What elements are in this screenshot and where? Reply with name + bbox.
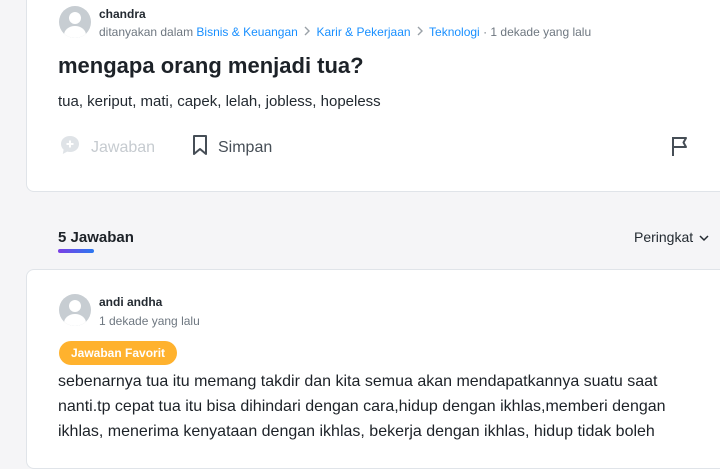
answers-count-tab[interactable]: 5 Jawaban	[58, 229, 134, 246]
report-flag-button[interactable]	[670, 135, 692, 162]
answer-line: nanti.tp cepat tua itu bisa dihindari de…	[58, 398, 666, 415]
answer-author-name[interactable]: andi andha	[99, 295, 162, 309]
question-meta: ditanyakan dalam Bisnis & Keuangan Karir…	[99, 25, 591, 39]
chevron-right-icon	[414, 25, 426, 39]
question-author-avatar[interactable]	[59, 6, 91, 38]
save-button-label: Simpan	[218, 138, 273, 156]
answer-button[interactable]: Jawaban	[59, 134, 155, 161]
answer-author-avatar[interactable]	[59, 294, 91, 326]
question-author-name[interactable]: chandra	[99, 7, 146, 21]
answer-line: sebenarnya tua itu memang takdir dan kit…	[58, 373, 658, 390]
active-tab-indicator	[58, 249, 94, 253]
sort-dropdown[interactable]: Peringkat	[634, 229, 709, 245]
category-link-2[interactable]: Karir & Pekerjaan	[317, 25, 411, 39]
comment-plus-icon	[59, 134, 81, 161]
answer-button-label: Jawaban	[91, 138, 156, 156]
save-button[interactable]: Simpan	[192, 134, 272, 161]
bookmark-icon	[192, 134, 208, 161]
chevron-right-icon	[301, 25, 313, 39]
category-link-1[interactable]: Bisnis & Keuangan	[196, 25, 297, 39]
chevron-down-icon	[699, 229, 709, 245]
question-title: mengapa orang menjadi tua?	[58, 53, 364, 78]
question-time: · 1 dekade yang lalu	[483, 25, 592, 39]
question-detail: tua, keriput, mati, capek, lelah, jobles…	[58, 93, 381, 110]
answer-line: ikhlas, menerima kenyataan dengan ikhlas…	[58, 423, 655, 440]
category-link-3[interactable]: Teknologi	[429, 25, 480, 39]
asked-in-label: ditanyakan dalam	[99, 25, 194, 39]
answer-time: 1 dekade yang lalu	[99, 314, 200, 328]
sort-dropdown-label: Peringkat	[634, 229, 694, 245]
answer-body: sebenarnya tua itu memang takdir dan kit…	[58, 369, 688, 444]
flag-icon	[670, 137, 692, 161]
favorite-answer-badge: Jawaban Favorit	[59, 341, 178, 365]
